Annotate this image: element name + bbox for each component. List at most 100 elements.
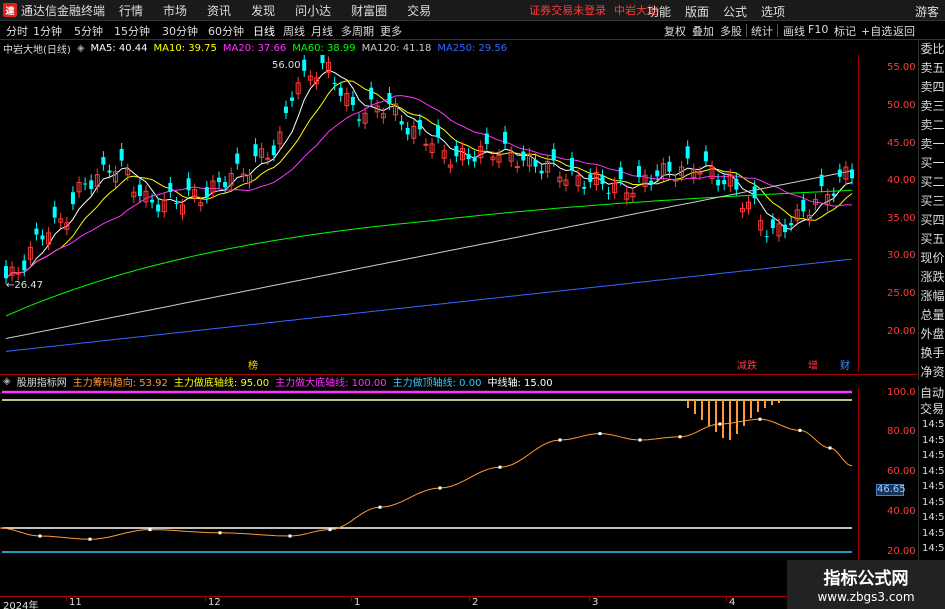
event-marker[interactable]: 减跌: [737, 359, 757, 372]
candle-body: [271, 145, 276, 156]
f10-button[interactable]: F10: [808, 23, 828, 36]
candle-body: [156, 204, 161, 212]
candle-body: [350, 96, 355, 105]
menu-item-assistant[interactable]: 问小达: [295, 2, 331, 19]
trend-point: [828, 446, 832, 450]
add-watchlist-button[interactable]: +自选: [861, 23, 892, 39]
user-label[interactable]: 游客: [915, 3, 939, 20]
app-title: 通达信金融终端: [21, 3, 106, 18]
period-1min[interactable]: 1分钟: [33, 23, 62, 39]
mark-button[interactable]: 标记: [834, 23, 856, 39]
tick-time: 14:56: [922, 543, 945, 554]
login-status[interactable]: 证券交易未登录: [529, 2, 606, 18]
tick-time: 14:56: [922, 465, 945, 477]
period-30min[interactable]: 30分钟: [162, 23, 198, 39]
adjust-button[interactable]: 复权: [664, 23, 686, 39]
trend-point: [798, 428, 802, 432]
price-tick: 45.00: [887, 138, 916, 149]
candle-body: [588, 174, 593, 182]
period-monthly[interactable]: 月线: [311, 23, 333, 39]
multi-stock-button[interactable]: 多股: [720, 23, 742, 39]
candle-body: [466, 153, 471, 160]
candle-body: [831, 193, 836, 197]
menu-options[interactable]: 选项: [761, 3, 785, 20]
candle-body: [186, 178, 191, 191]
indicator-name[interactable]: 股朋指标网: [17, 374, 67, 389]
candle-body: [685, 146, 690, 159]
trend-point: [438, 486, 442, 490]
quote-label: 卖三: [920, 99, 945, 113]
menu-item-market[interactable]: 市场: [163, 2, 187, 19]
ma120-label: MA120: 41.18: [361, 42, 432, 54]
candle-body: [850, 169, 854, 179]
tick-time: 14:56: [922, 512, 945, 523]
menu-function[interactable]: 功能: [647, 3, 671, 20]
indicator-tick: 60.00: [887, 466, 916, 477]
candle-body: [302, 59, 307, 71]
period-multi[interactable]: 多周期: [341, 23, 374, 39]
candle-body: [423, 143, 429, 146]
period-intraday[interactable]: 分时: [6, 23, 28, 39]
candle-body: [655, 170, 660, 177]
auto-trade-label[interactable]: 自动: [919, 385, 945, 401]
candle-body: [150, 199, 155, 203]
candle-body: [119, 148, 124, 161]
chart-title[interactable]: 中岩大地(日线): [3, 41, 71, 56]
menu-item-discover[interactable]: 发现: [251, 2, 275, 19]
event-marker[interactable]: 财: [840, 359, 850, 372]
candle-body: [521, 151, 526, 161]
tick-time: 14:56: [922, 450, 945, 461]
candle-body: [770, 219, 775, 229]
candle-body: [667, 161, 672, 172]
menu-layout[interactable]: 版面: [685, 3, 709, 20]
trade-label[interactable]: 交易: [919, 401, 945, 417]
indicator-chart[interactable]: [0, 388, 858, 594]
menu-item-news[interactable]: 资讯: [207, 2, 231, 19]
stats-button[interactable]: 统计: [751, 23, 773, 39]
candle-body: [204, 187, 209, 198]
event-marker[interactable]: 增: [808, 359, 818, 372]
price-tick: 50.00: [887, 100, 916, 111]
menu-item-community[interactable]: 财富圈: [351, 2, 387, 19]
indicator-value: 主力做底轴线: 95.00: [173, 378, 270, 389]
back-button[interactable]: 返回: [893, 23, 915, 39]
settings-icon[interactable]: ◈: [3, 376, 11, 387]
candle-body: [703, 151, 708, 162]
draw-button[interactable]: 画线: [783, 23, 805, 39]
candle-body: [89, 180, 94, 189]
menu-formula[interactable]: 公式: [723, 3, 747, 20]
period-more[interactable]: 更多: [380, 23, 402, 39]
trend-point: [88, 537, 92, 541]
date-label: 11: [69, 597, 82, 608]
quote-label: 买一: [920, 156, 945, 170]
event-marker[interactable]: 榜: [248, 359, 258, 372]
period-15min[interactable]: 15分钟: [114, 23, 150, 39]
overlay-button[interactable]: 叠加: [692, 23, 714, 39]
trend-point: [218, 531, 222, 535]
period-5min[interactable]: 5分钟: [74, 23, 103, 39]
chevron-down-icon[interactable]: ◈: [77, 43, 85, 54]
date-label: 4: [729, 597, 736, 608]
period-60min[interactable]: 60分钟: [208, 23, 244, 39]
trend-point: [638, 438, 642, 442]
trend-line: [0, 418, 853, 540]
trend-point: [148, 528, 152, 532]
menu-item-quotes[interactable]: 行情: [119, 2, 143, 19]
watermark-title: 指标公式网: [823, 569, 909, 589]
candle-body: [101, 157, 106, 165]
period-daily[interactable]: 日线: [253, 23, 275, 39]
candle-body: [783, 224, 788, 233]
period-weekly[interactable]: 周线: [283, 23, 305, 39]
candle-body: [369, 87, 374, 100]
candle-body: [514, 165, 520, 168]
trend-point: [378, 505, 382, 509]
watermark: 指标公式网 www.zbgs3.com: [787, 560, 945, 609]
quote-label: 买二: [920, 175, 945, 189]
ma60-line: [5, 189, 853, 317]
candle-body: [387, 93, 392, 105]
menu-item-trade[interactable]: 交易: [407, 2, 431, 19]
candlestick-chart[interactable]: 56.00 ←26.47 榜 减跌 增 财: [0, 55, 858, 372]
candle-body: [503, 131, 508, 144]
price-tick: 55.00: [887, 62, 916, 73]
tick-time: 14:56: [922, 481, 945, 492]
